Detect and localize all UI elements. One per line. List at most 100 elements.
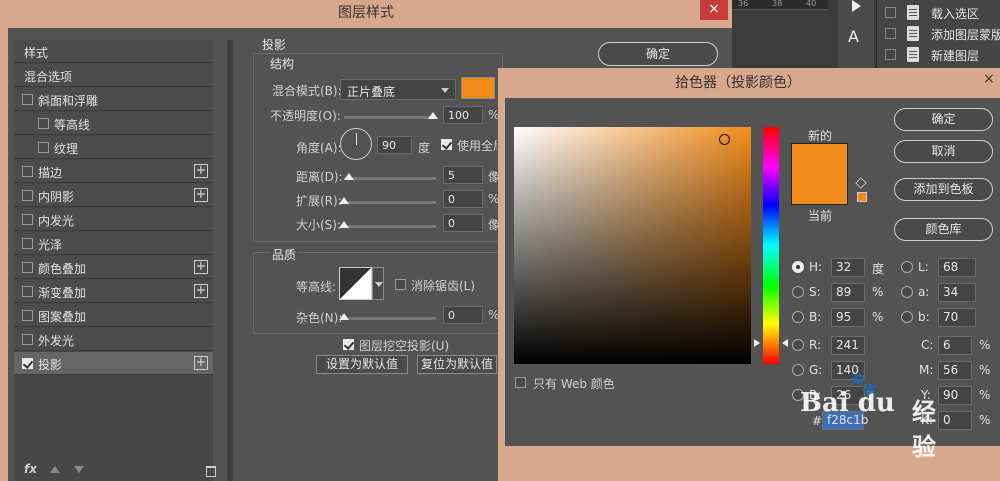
size-slider-knob[interactable] bbox=[339, 221, 349, 228]
l-input[interactable]: 68 bbox=[938, 258, 976, 277]
contour-dropdown[interactable] bbox=[372, 267, 384, 300]
radio-l[interactable] bbox=[901, 261, 913, 273]
radio-a[interactable] bbox=[901, 286, 913, 298]
angle-input[interactable]: 90 bbox=[377, 136, 412, 154]
trash-icon[interactable] bbox=[206, 466, 216, 477]
style-checkbox[interactable] bbox=[22, 166, 33, 177]
radio-g[interactable] bbox=[792, 364, 804, 376]
s-input[interactable]: 89 bbox=[831, 283, 865, 302]
r-input[interactable]: 241 bbox=[831, 336, 865, 355]
angle-dial[interactable] bbox=[340, 128, 372, 160]
style-checkbox[interactable] bbox=[22, 310, 33, 321]
size-input[interactable]: 0 bbox=[443, 214, 483, 232]
noise-slider-knob[interactable] bbox=[339, 313, 349, 320]
style-checkbox[interactable] bbox=[22, 238, 33, 249]
k-input[interactable]: 0 bbox=[938, 411, 972, 430]
style-checkbox[interactable] bbox=[22, 214, 33, 225]
style-checkbox[interactable] bbox=[22, 190, 33, 201]
style-checkbox[interactable] bbox=[22, 262, 33, 273]
style-list-item[interactable]: 纹理 bbox=[14, 136, 213, 159]
fx-button[interactable]: fx bbox=[24, 462, 37, 476]
style-checkbox[interactable] bbox=[22, 358, 33, 369]
opacity-input[interactable]: 100 bbox=[443, 106, 483, 124]
menu-item-add-mask[interactable]: 添加图层蒙版 bbox=[877, 23, 1000, 45]
close-button[interactable]: × bbox=[700, 0, 728, 20]
close-button[interactable]: × bbox=[978, 70, 1000, 90]
picker-ok-button[interactable]: 确定 bbox=[894, 108, 993, 131]
noise-slider-track[interactable] bbox=[344, 317, 436, 320]
add-style-icon[interactable]: + bbox=[194, 260, 208, 274]
radio-s[interactable] bbox=[792, 286, 804, 298]
hue-slider-right-handle[interactable] bbox=[782, 339, 788, 347]
style-list-item[interactable]: 投影 + bbox=[14, 352, 213, 375]
c-input[interactable]: 6 bbox=[938, 336, 972, 355]
opacity-slider-knob[interactable] bbox=[428, 112, 438, 119]
style-list-item[interactable]: 斜面和浮雕 bbox=[14, 88, 213, 111]
distance-input[interactable]: 5 bbox=[443, 166, 483, 184]
picker-cancel-button[interactable]: 取消 bbox=[894, 140, 993, 163]
saturation-brightness-field[interactable] bbox=[514, 127, 751, 364]
set-default-button[interactable]: 设置为默认值 bbox=[316, 355, 408, 374]
h-input[interactable]: 32 bbox=[831, 258, 865, 277]
text-tool-icon[interactable]: A bbox=[848, 27, 868, 47]
radio-b[interactable] bbox=[792, 311, 804, 323]
style-checkbox[interactable] bbox=[22, 286, 33, 297]
move-up-icon[interactable] bbox=[50, 466, 60, 473]
shadow-color-swatch[interactable] bbox=[461, 77, 495, 99]
menu-item-load-selection[interactable]: 载入选区 bbox=[877, 2, 1000, 24]
add-style-icon[interactable]: + bbox=[194, 284, 208, 298]
hue-slider-left-handle[interactable] bbox=[754, 339, 760, 347]
lab-b-input[interactable]: 70 bbox=[938, 308, 976, 327]
distance-slider-knob[interactable] bbox=[344, 173, 354, 180]
contour-preview[interactable] bbox=[339, 267, 372, 300]
global-light-checkbox[interactable] bbox=[441, 139, 452, 150]
style-list-item[interactable]: 混合选项 bbox=[14, 64, 213, 87]
style-checkbox[interactable] bbox=[22, 334, 33, 345]
style-list-item[interactable]: 外发光 bbox=[14, 328, 213, 351]
web-safe-swatch[interactable] bbox=[857, 192, 867, 202]
y-input[interactable]: 90 bbox=[938, 386, 972, 405]
a-input[interactable]: 34 bbox=[938, 283, 976, 302]
knockout-checkbox[interactable] bbox=[343, 339, 354, 350]
reset-default-button[interactable]: 复位为默认值 bbox=[417, 355, 497, 374]
style-list-item[interactable]: 内发光 bbox=[14, 208, 213, 231]
add-style-icon[interactable]: + bbox=[194, 356, 208, 370]
radio-r[interactable] bbox=[792, 339, 804, 351]
style-list-item[interactable]: 颜色叠加 + bbox=[14, 256, 213, 279]
spread-input[interactable]: 0 bbox=[443, 190, 483, 208]
size-slider-track[interactable] bbox=[344, 225, 436, 228]
style-list-item[interactable]: 渐变叠加 + bbox=[14, 280, 213, 303]
style-checkbox[interactable] bbox=[38, 142, 49, 153]
m-input[interactable]: 56 bbox=[938, 361, 972, 380]
add-to-swatches-button[interactable]: 添加到色板 bbox=[894, 178, 993, 201]
distance-slider-track[interactable] bbox=[344, 177, 436, 180]
style-list-item[interactable]: 光泽 bbox=[14, 232, 213, 255]
move-down-icon[interactable] bbox=[74, 466, 84, 473]
style-list-item[interactable]: 图案叠加 bbox=[14, 304, 213, 327]
radio-h[interactable] bbox=[792, 261, 804, 273]
web-only-checkbox[interactable] bbox=[515, 377, 526, 388]
style-list-item[interactable]: 描边 + bbox=[14, 160, 213, 183]
add-style-icon[interactable]: + bbox=[194, 164, 208, 178]
antialias-checkbox[interactable] bbox=[395, 279, 406, 290]
b-input[interactable]: 95 bbox=[831, 308, 865, 327]
style-list-header[interactable]: 样式 bbox=[14, 40, 213, 63]
style-checkbox[interactable] bbox=[22, 94, 33, 105]
menu-item-new-layer[interactable]: 新建图层 bbox=[877, 44, 1000, 66]
noise-input[interactable]: 0 bbox=[443, 306, 483, 324]
radio-lab-b[interactable] bbox=[901, 311, 913, 323]
play-icon[interactable] bbox=[852, 0, 861, 12]
opacity-slider-track[interactable] bbox=[344, 116, 436, 119]
hue-slider[interactable] bbox=[763, 127, 779, 364]
color-libraries-button[interactable]: 颜色库 bbox=[894, 218, 993, 241]
style-list-item[interactable]: 内阴影 + bbox=[14, 184, 213, 207]
scrollbar[interactable] bbox=[227, 40, 233, 481]
blend-mode-select[interactable]: 正片叠底 bbox=[340, 79, 456, 100]
spread-slider-knob[interactable] bbox=[339, 197, 349, 204]
layer-style-ok-button[interactable]: 确定 bbox=[598, 42, 718, 66]
style-checkbox[interactable] bbox=[38, 118, 49, 129]
style-list-item[interactable]: 等高线 bbox=[14, 112, 213, 135]
spread-slider-track[interactable] bbox=[344, 201, 436, 204]
add-style-icon[interactable]: + bbox=[194, 188, 208, 202]
color-field-cursor[interactable] bbox=[719, 134, 730, 145]
